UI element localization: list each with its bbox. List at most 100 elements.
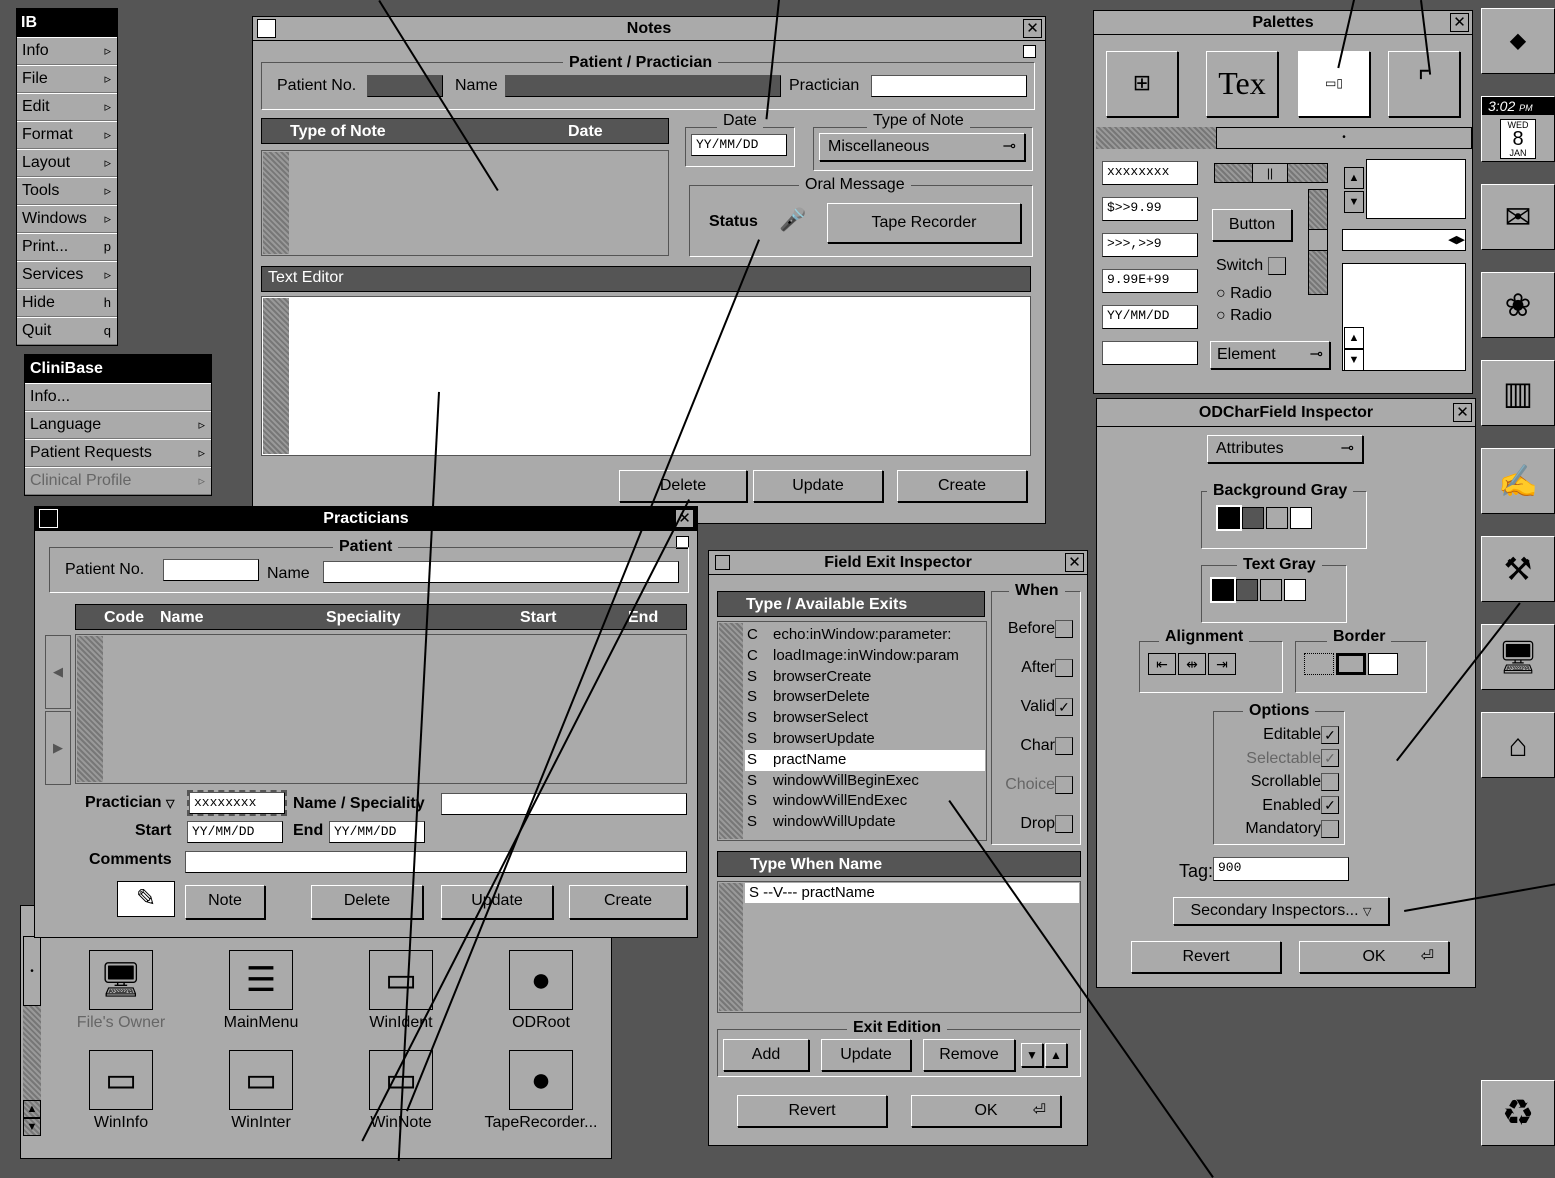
main-menu-item[interactable]: Info ▹: [17, 37, 117, 65]
when-table-scrollbar[interactable]: [719, 883, 743, 1011]
option-check[interactable]: ✓: [1321, 725, 1339, 744]
align-center-icon[interactable]: ⇹: [1178, 653, 1206, 675]
exit-list-item[interactable]: Cecho:inWindow:parameter:: [745, 625, 985, 646]
secondary-inspectors-popup[interactable]: Secondary Inspectors... ▽: [1173, 897, 1389, 925]
when-check[interactable]: [1055, 619, 1073, 638]
border-buttons[interactable]: [1303, 653, 1399, 680]
end-field[interactable]: YY/MM/DD: [329, 821, 425, 843]
swatch-dark-gray[interactable]: [1242, 507, 1264, 529]
notes-table[interactable]: [261, 150, 669, 256]
scroll-knob[interactable]: •: [23, 936, 41, 1006]
mail-icon[interactable]: ✉: [1481, 184, 1555, 250]
close-icon[interactable]: ✕: [1453, 403, 1472, 422]
start-field[interactable]: YY/MM/DD: [187, 821, 283, 843]
palette-field[interactable]: $>>9.99: [1102, 197, 1198, 221]
practicians-create-button[interactable]: Create: [569, 885, 687, 919]
swatch-white[interactable]: [1290, 507, 1312, 529]
scroll-down-arrow-icon[interactable]: ▼: [23, 1118, 41, 1136]
when-table-row[interactable]: S --V--- practName: [745, 883, 1079, 903]
main-menu-item[interactable]: Tools ▹: [17, 177, 117, 205]
when-check[interactable]: [1055, 658, 1073, 677]
edit-icon[interactable]: ✍: [1481, 448, 1555, 514]
when-checkbox[interactable]: Before: [993, 609, 1077, 648]
main-menu-item[interactable]: Quit q: [17, 317, 117, 345]
palette-fields-icon[interactable]: ▭▯: [1298, 51, 1370, 117]
exit-list-item[interactable]: SbrowserUpdate: [745, 729, 985, 750]
tag-field[interactable]: 900: [1213, 857, 1349, 881]
resize-handle[interactable]: [1023, 45, 1036, 58]
practician-code-field[interactable]: xxxxxxxx: [187, 790, 287, 816]
palette-switch[interactable]: Switch: [1216, 257, 1286, 275]
text-editor[interactable]: [261, 296, 1031, 456]
when-check[interactable]: [1055, 736, 1073, 755]
clinibase-menu-item[interactable]: Language ▹: [25, 411, 211, 439]
align-right-icon[interactable]: ⇥: [1208, 653, 1236, 675]
main-menu-item[interactable]: Print... p: [17, 233, 117, 261]
main-menu-item[interactable]: Services ▹: [17, 261, 117, 289]
col-type-of-note[interactable]: Type of Note: [290, 119, 386, 145]
notes-table-scrollbar[interactable]: [263, 152, 289, 254]
clinibase-menu-item[interactable]: Patient Requests ▹: [25, 439, 211, 467]
align-left-icon[interactable]: ⇤: [1148, 653, 1176, 675]
when-check[interactable]: ✓: [1055, 697, 1073, 716]
main-menu-item[interactable]: File ▹: [17, 65, 117, 93]
palette-vslider-knob[interactable]: [1308, 229, 1328, 251]
close-icon[interactable]: ✕: [1450, 13, 1469, 32]
workspace-icon[interactable]: ⌂: [1481, 712, 1555, 778]
swatch-light-gray[interactable]: [1266, 507, 1288, 529]
option-check[interactable]: [1321, 819, 1339, 838]
miniaturize-button[interactable]: [715, 555, 730, 570]
miniaturize-button[interactable]: [257, 19, 276, 38]
bg-gray-swatches[interactable]: [1216, 505, 1313, 534]
palette-field[interactable]: YY/MM/DD: [1102, 305, 1198, 329]
next-logo-icon[interactable]: ◆: [1481, 8, 1555, 74]
pencil-icon[interactable]: ✎: [117, 881, 175, 917]
comments-field[interactable]: [185, 851, 687, 873]
move-up-icon[interactable]: ▲: [1045, 1043, 1067, 1067]
option-check[interactable]: [1321, 772, 1339, 791]
palette-hscroll[interactable]: ◀▶: [1342, 229, 1466, 251]
nib-object-icon[interactable]: ● TapeRecorder...: [481, 1050, 601, 1132]
col-header[interactable]: Start: [520, 605, 556, 631]
palette-slider-knob[interactable]: ||: [1252, 163, 1288, 183]
recycler-icon[interactable]: ♻: [1481, 1080, 1555, 1146]
scroll-up-arrow-icon[interactable]: ▲: [23, 1100, 41, 1118]
when-checkbox[interactable]: Valid ✓: [993, 687, 1077, 726]
librarian-icon[interactable]: ▥: [1481, 360, 1555, 426]
exit-list-item[interactable]: SwindowWillUpdate: [745, 812, 985, 833]
preferences-icon[interactable]: ⚒: [1481, 536, 1555, 602]
when-checkbox[interactable]: Choice: [993, 765, 1077, 804]
note-button[interactable]: Note: [185, 885, 265, 919]
ok-button[interactable]: OK ⏎: [911, 1095, 1061, 1127]
col-header[interactable]: Name: [160, 605, 204, 631]
name-field[interactable]: [505, 75, 781, 97]
remove-button[interactable]: Remove: [923, 1039, 1015, 1071]
notes-delete-button[interactable]: Delete: [619, 470, 747, 502]
palette-window-icon[interactable]: ⊞: [1106, 51, 1178, 117]
swatch-black[interactable]: [1216, 505, 1242, 531]
palette-radio-1[interactable]: ○ Radio: [1216, 285, 1272, 303]
microphone-icon[interactable]: 🎤: [779, 207, 806, 233]
move-down-icon[interactable]: ▼: [1021, 1043, 1043, 1067]
main-menu-item[interactable]: Layout ▹: [17, 149, 117, 177]
palette-button[interactable]: Button: [1212, 209, 1292, 241]
palette-radio-2[interactable]: ○ Radio: [1216, 307, 1272, 325]
practician-field[interactable]: [871, 75, 1027, 97]
border-none-icon[interactable]: [1304, 653, 1334, 675]
patient-no-field[interactable]: [163, 559, 259, 581]
option-check[interactable]: ✓: [1321, 796, 1339, 815]
palette-scroll-up-icon[interactable]: ▲: [1344, 167, 1364, 189]
practicians-delete-button[interactable]: Delete: [311, 885, 423, 919]
swatch-white[interactable]: [1284, 579, 1306, 601]
clinibase-menu-item[interactable]: Info...: [25, 383, 211, 411]
miniaturize-button[interactable]: [39, 509, 58, 528]
palette-scroll-up2-icon[interactable]: ▲: [1344, 327, 1364, 349]
col-date[interactable]: Date: [568, 119, 603, 145]
notes-update-button[interactable]: Update: [753, 470, 883, 502]
add-button[interactable]: Add: [723, 1039, 809, 1071]
nib-object-icon[interactable]: ▭ WinInfo: [61, 1050, 181, 1132]
swatch-black[interactable]: [1210, 577, 1236, 603]
palette-field[interactable]: xxxxxxxx: [1102, 161, 1198, 185]
palette-text-icon[interactable]: Tex: [1206, 51, 1278, 117]
practicians-title-bar[interactable]: Practicians ✕: [35, 507, 697, 531]
